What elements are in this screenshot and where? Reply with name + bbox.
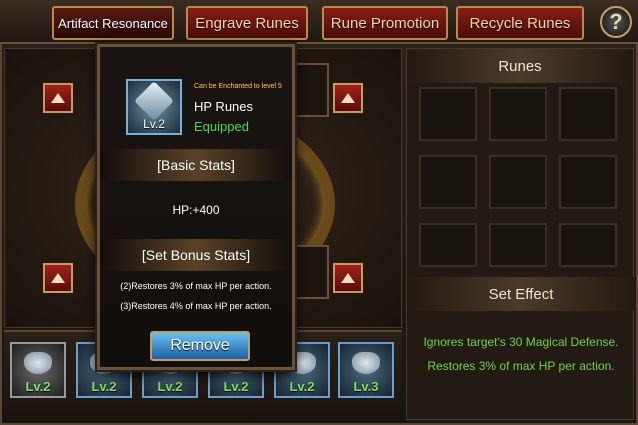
upgrade-arrow-bottom-left[interactable] — [43, 263, 73, 293]
rune-level: Lv.2 — [143, 117, 165, 131]
arrow-up-icon — [51, 273, 65, 283]
rune-grid-cell[interactable] — [419, 87, 477, 141]
basic-stat-value: HP:+400 — [172, 203, 220, 217]
set-effect-line: Restores 3% of max HP per action. — [427, 359, 615, 373]
rune-grid-cell[interactable] — [489, 223, 547, 267]
basic-stats-header: [Basic Stats] — [100, 149, 292, 181]
rune-shape-icon — [134, 81, 174, 121]
rune-level: Lv.2 — [91, 379, 117, 394]
rune-slot[interactable]: Lv.3 — [338, 342, 394, 398]
set-effect-header: Set Effect — [407, 277, 635, 311]
rune-level: Lv.2 — [25, 379, 51, 394]
set-bonus-header: [Set Bonus Stats] — [100, 239, 292, 271]
upgrade-arrow-top-left[interactable] — [43, 83, 73, 113]
runes-panel: Runes Set Effect Ignores target's 30 Mag… — [406, 48, 635, 420]
tab-engrave-runes[interactable]: Engrave Runes — [186, 6, 308, 40]
rune-icon — [352, 352, 380, 374]
upgrade-arrow-top-right[interactable] — [333, 83, 363, 113]
tab-artifact-resonance[interactable]: Artifact Resonance — [52, 6, 174, 40]
upgrade-arrow-bottom-right[interactable] — [333, 263, 363, 293]
rune-status: Equipped — [194, 119, 249, 134]
enchant-note: Can be Enchanted to level 5 — [194, 83, 282, 90]
set-bonus-line: (3)Restores 4% of max HP per action. — [120, 301, 272, 311]
runes-header: Runes — [407, 49, 633, 83]
rune-level: Lv.2 — [223, 379, 249, 394]
rune-grid-cell[interactable] — [559, 87, 617, 141]
rune-slot[interactable]: Lv.2 — [10, 342, 66, 398]
rune-level: Lv.2 — [157, 379, 183, 394]
rune-icon — [24, 352, 52, 374]
tab-recycle-runes[interactable]: Recycle Runes — [456, 6, 584, 40]
rune-grid-cell[interactable] — [559, 223, 617, 267]
arrow-up-icon — [341, 273, 355, 283]
rune-grid-cell[interactable] — [489, 155, 547, 209]
rune-grid-cell[interactable] — [489, 87, 547, 141]
rune-tooltip: Lv.2 Can be Enchanted to level 5 HP Rune… — [97, 44, 295, 370]
rune-level: Lv.2 — [289, 379, 315, 394]
help-button[interactable]: ? — [600, 6, 632, 38]
hp-rune-icon: Lv.2 — [126, 79, 182, 135]
rune-grid-cell[interactable] — [559, 155, 617, 209]
remove-button[interactable]: Remove — [150, 331, 250, 361]
tab-rune-promotion[interactable]: Rune Promotion — [322, 6, 448, 40]
arrow-up-icon — [51, 93, 65, 103]
rune-grid-cell[interactable] — [419, 223, 477, 267]
rune-grid-cell[interactable] — [419, 155, 477, 209]
set-effect-line: Ignores target's 30 Magical Defense. — [423, 335, 619, 349]
tab-bar: Artifact Resonance Engrave Runes Rune Pr… — [0, 0, 638, 44]
rune-level: Lv.3 — [353, 379, 379, 394]
runes-grid — [419, 87, 623, 267]
set-bonus-line: (2)Restores 3% of max HP per action. — [120, 281, 272, 291]
rune-name: HP Runes — [194, 99, 254, 114]
arrow-up-icon — [341, 93, 355, 103]
